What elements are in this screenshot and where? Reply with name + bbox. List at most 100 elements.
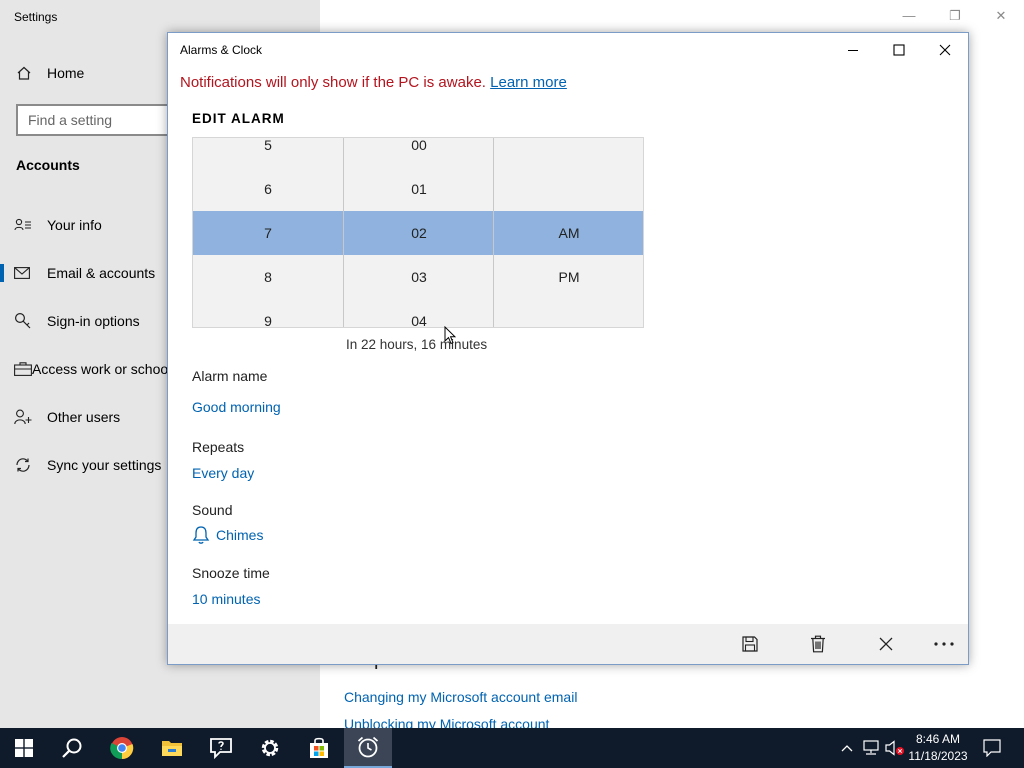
file-explorer-taskbar-button[interactable]	[148, 728, 196, 768]
nav-label: Other users	[47, 409, 121, 425]
settings-close-button[interactable]: ✕	[978, 6, 1024, 26]
save-icon	[742, 636, 758, 652]
title-bar[interactable]: Alarms & Clock	[168, 33, 968, 67]
nav-item-access-work[interactable]: Access work or school	[0, 354, 168, 384]
minimize-button[interactable]	[830, 33, 876, 67]
settings-restore-button[interactable]: ❐	[932, 6, 978, 26]
search-button[interactable]	[48, 728, 96, 768]
start-button[interactable]	[0, 728, 48, 768]
settings-taskbar-button[interactable]	[246, 728, 294, 768]
hour-option[interactable]: 5	[193, 138, 343, 167]
notice-text: Notifications will only show if the PC i…	[180, 74, 486, 91]
help-link-change-email[interactable]: Changing my Microsoft account email	[344, 689, 577, 705]
close-window-button[interactable]	[922, 33, 968, 67]
learn-more-link[interactable]: Learn more	[490, 74, 567, 91]
time-picker[interactable]: 5 6 7 8 9 00 01 02 03 04 AM PM	[192, 137, 644, 328]
alarms-clock-icon	[357, 736, 379, 758]
home-label: Home	[47, 65, 85, 81]
minute-option[interactable]: 01	[344, 167, 494, 211]
minute-column[interactable]: 00 01 02 03 04	[343, 138, 494, 327]
feedback-hub-taskbar-button[interactable]	[197, 728, 245, 768]
alarms-clock-taskbar-button[interactable]	[344, 728, 392, 768]
hour-option[interactable]: 6	[193, 167, 343, 211]
settings-title: Settings	[14, 10, 58, 24]
window-title: Alarms & Clock	[180, 43, 263, 57]
taskbar: 8:46 AM 11/18/2023	[0, 728, 1024, 768]
show-hidden-icons-button[interactable]	[836, 728, 858, 768]
snooze-label: Snooze time	[192, 565, 270, 581]
alarms-clock-window: Alarms & Clock Notifications will only s…	[167, 32, 969, 665]
more-icon	[934, 642, 954, 646]
volume-muted-icon	[885, 740, 904, 756]
minute-option[interactable]: 03	[344, 255, 494, 299]
repeats-dropdown[interactable]: Every day	[192, 465, 254, 481]
minute-option-selected[interactable]: 02	[344, 211, 494, 255]
more-button[interactable]	[922, 624, 966, 664]
nav-label: Your info	[47, 217, 102, 233]
nav-item-sync-settings[interactable]: Sync your settings	[0, 450, 168, 480]
bell-icon	[192, 525, 210, 545]
nav-label: Sign-in options	[47, 313, 140, 329]
settings-search-input[interactable]: Find a setting	[16, 104, 186, 136]
delete-icon	[811, 635, 825, 653]
nav-item-email-accounts[interactable]: Email & accounts	[0, 258, 168, 288]
person-add-icon	[0, 409, 47, 425]
nav-label: Sync your settings	[47, 457, 162, 473]
sync-icon	[0, 456, 47, 474]
start-icon	[15, 739, 33, 757]
repeats-label: Repeats	[192, 439, 245, 455]
hour-option[interactable]: 9	[193, 299, 343, 327]
hour-column[interactable]: 5 6 7 8 9	[193, 138, 343, 327]
hour-option[interactable]: 8	[193, 255, 343, 299]
chevron-up-icon	[841, 745, 853, 752]
taskbar-clock[interactable]: 8:46 AM 11/18/2023	[906, 731, 970, 765]
period-option-selected[interactable]: AM	[494, 211, 643, 255]
clock-time: 8:46 AM	[915, 732, 961, 746]
snooze-dropdown[interactable]: 10 minutes	[192, 591, 260, 607]
close-icon	[939, 44, 951, 56]
countdown-text: In 22 hours, 16 minutes	[346, 337, 488, 352]
network-icon	[863, 740, 879, 755]
edit-alarm-heading: EDIT ALARM	[192, 111, 285, 126]
volume-button[interactable]	[884, 728, 906, 768]
save-button[interactable]	[728, 624, 772, 664]
network-button[interactable]	[860, 728, 882, 768]
close-icon	[879, 637, 893, 651]
settings-icon	[261, 739, 279, 757]
action-center-button[interactable]	[978, 728, 1006, 768]
sound-value: Chimes	[216, 527, 264, 543]
maximize-button[interactable]	[876, 33, 922, 67]
nav-item-other-users[interactable]: Other users	[0, 402, 168, 432]
sound-label: Sound	[192, 502, 233, 518]
mail-icon	[0, 267, 47, 279]
nav-item-sign-in-options[interactable]: Sign-in options	[0, 306, 168, 336]
sound-dropdown[interactable]: Chimes	[192, 525, 263, 545]
minute-option[interactable]: 00	[344, 138, 494, 167]
store-taskbar-button[interactable]	[295, 728, 343, 768]
cancel-button[interactable]	[864, 624, 908, 664]
chrome-taskbar-button[interactable]	[98, 728, 146, 768]
mouse-cursor-icon	[444, 326, 456, 345]
person-card-icon	[0, 218, 47, 232]
period-column[interactable]: AM PM	[493, 138, 643, 327]
notifications-icon	[983, 739, 1001, 757]
search-icon	[62, 738, 82, 758]
period-option[interactable]: PM	[494, 255, 643, 299]
minimize-icon	[848, 50, 858, 51]
nav-label: Access work or school	[32, 361, 168, 377]
alarm-name-field[interactable]: Good morning	[192, 399, 281, 415]
home-icon	[16, 65, 47, 81]
command-bar	[168, 624, 968, 664]
key-icon	[0, 312, 47, 330]
delete-button[interactable]	[796, 624, 840, 664]
alarm-name-label: Alarm name	[192, 368, 268, 384]
chrome-icon	[110, 737, 134, 760]
settings-home-link[interactable]: Home	[16, 62, 84, 84]
minute-option[interactable]: 04	[344, 299, 494, 327]
hour-option-selected[interactable]: 7	[193, 211, 343, 255]
nav-item-your-info[interactable]: Your info	[0, 210, 168, 240]
settings-minimize-button[interactable]: —	[886, 6, 932, 26]
settings-section-title: Accounts	[16, 157, 80, 173]
briefcase-icon	[0, 362, 32, 376]
nav-label: Email & accounts	[47, 265, 156, 281]
